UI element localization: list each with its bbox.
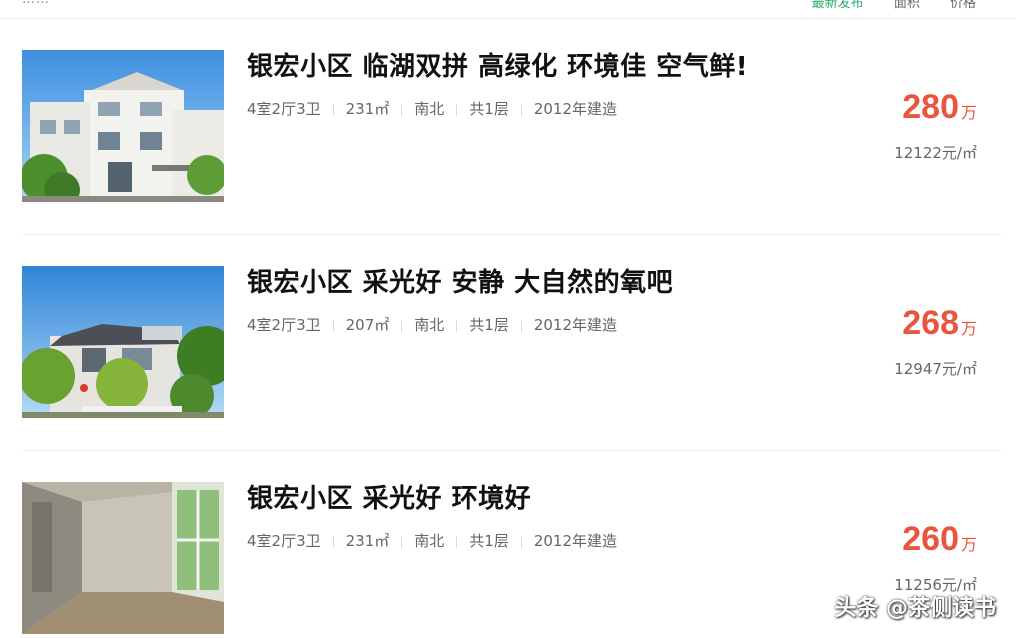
- price-value: 268: [902, 304, 959, 342]
- listing-meta: 4室2厅3卫 231㎡ 南北 共1层 2012年建造: [247, 98, 617, 119]
- sort-bar: …… 最新发布 面积 价格: [0, 0, 1016, 19]
- sort-newest-button[interactable]: 最新发布: [812, 0, 864, 11]
- floors-text: 共1层: [469, 316, 509, 334]
- total-price: 268 万: [902, 304, 977, 343]
- price-unit: 万: [960, 319, 977, 338]
- price-unit: 万: [960, 103, 977, 122]
- listing-card[interactable]: 银宏小区 采光好 安静 大自然的氧吧 4室2厅3卫 207㎡ 南北 共1层 2012年建…: [22, 234, 1001, 451]
- divider: [520, 535, 522, 548]
- divider: [456, 319, 458, 332]
- sort-options: 最新发布 面积 价格: [786, 0, 976, 11]
- listing-title[interactable]: 银宏小区 采光好 环境好: [247, 478, 531, 515]
- listing-photo[interactable]: [22, 50, 224, 202]
- orientation-text: 南北: [414, 532, 445, 550]
- area-text: 207㎡: [345, 316, 390, 334]
- layout-text: 4室2厅3卫: [247, 316, 321, 334]
- watermark-text: 头条 @茶侧读书: [834, 596, 996, 621]
- listing-meta: 4室2厅3卫 231㎡ 南北 共1层 2012年建造: [247, 530, 617, 551]
- built-year-text: 2012年建造: [533, 532, 618, 550]
- orientation-text: 南北: [414, 100, 445, 118]
- divider: [520, 103, 522, 116]
- divider: [332, 319, 334, 332]
- sort-area-button[interactable]: 面积: [894, 0, 920, 11]
- built-year-text: 2012年建造: [533, 316, 618, 334]
- listing-photo[interactable]: [22, 266, 224, 418]
- divider: [520, 319, 522, 332]
- divider: [401, 103, 403, 116]
- price-unit: 万: [960, 535, 977, 554]
- area-text: 231㎡: [345, 100, 390, 118]
- floors-text: 共1层: [469, 532, 509, 550]
- total-price: 280 万: [902, 88, 977, 127]
- floors-text: 共1层: [469, 100, 509, 118]
- listing-title[interactable]: 银宏小区 临湖双拼 高绿化 环境佳 空气鲜!: [247, 46, 748, 83]
- orientation-text: 南北: [414, 316, 445, 334]
- layout-text: 4室2厅3卫: [247, 100, 321, 118]
- unit-price: 12947元/㎡: [894, 360, 977, 378]
- price-value: 280: [902, 88, 959, 126]
- result-summary: ……: [22, 0, 50, 7]
- layout-text: 4室2厅3卫: [247, 532, 321, 550]
- listing-card[interactable]: 银宏小区 临湖双拼 高绿化 环境佳 空气鲜! 4室2厅3卫 231㎡ 南北 共1层 20…: [22, 18, 1001, 235]
- divider: [332, 103, 334, 116]
- listing-meta: 4室2厅3卫 207㎡ 南北 共1层 2012年建造: [247, 314, 617, 335]
- sort-price-button[interactable]: 价格: [950, 0, 976, 11]
- divider: [401, 535, 403, 548]
- area-text: 231㎡: [345, 532, 390, 550]
- listing-photo[interactable]: [22, 482, 224, 634]
- built-year-text: 2012年建造: [533, 100, 618, 118]
- listing-title[interactable]: 银宏小区 采光好 安静 大自然的氧吧: [247, 262, 673, 299]
- divider: [456, 103, 458, 116]
- total-price: 260 万: [902, 520, 977, 559]
- divider: [456, 535, 458, 548]
- unit-price: 12122元/㎡: [894, 144, 977, 162]
- divider: [401, 319, 403, 332]
- price-value: 260: [902, 520, 959, 558]
- divider: [332, 535, 334, 548]
